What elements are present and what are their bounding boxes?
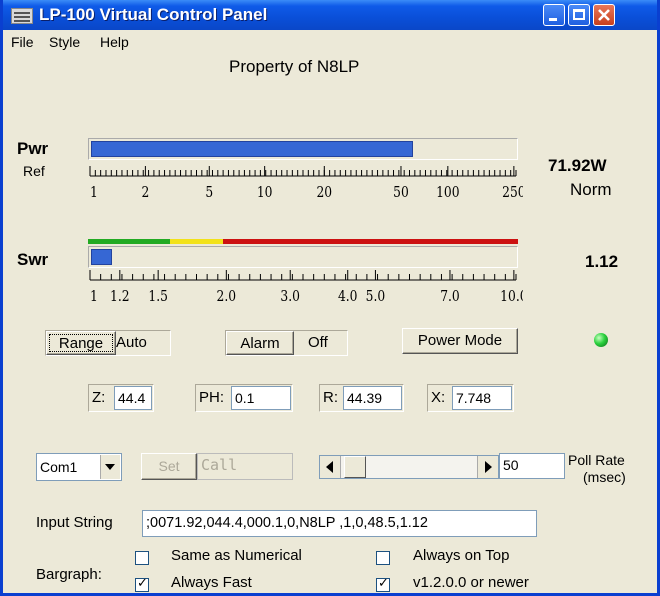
- power-tick-label: 10: [257, 184, 273, 201]
- always-fast-label: Always Fast: [171, 574, 252, 591]
- power-tick-label: 20: [316, 184, 332, 201]
- status-led: [594, 333, 608, 347]
- swr-bar-fill: [91, 249, 112, 265]
- always-on-top-label: Always on Top: [413, 547, 510, 564]
- menu-file[interactable]: File: [11, 34, 34, 50]
- set-call-button[interactable]: Set: [141, 453, 197, 480]
- v1200-label: v1.2.0.0 or newer: [413, 574, 529, 591]
- maximize-button[interactable]: [568, 4, 590, 26]
- input-string-label: Input String: [36, 514, 113, 531]
- swr-tick-label: 2.0: [217, 288, 237, 305]
- poll-rate-unit: (msec): [583, 469, 626, 485]
- app-icon: [11, 8, 33, 24]
- com-port-value: Com1: [40, 459, 78, 475]
- ph-group: PH: 0.1: [195, 384, 293, 412]
- ph-value: 0.1: [231, 386, 291, 410]
- call-field[interactable]: Call: [197, 453, 293, 480]
- slider-left-arrow-icon[interactable]: [320, 456, 341, 478]
- power-tick-label: 2: [141, 184, 149, 201]
- maximize-icon: [573, 9, 585, 20]
- power-bar-fill: [91, 141, 413, 157]
- close-button[interactable]: [593, 4, 615, 26]
- poll-rate-label: Poll Rate: [568, 452, 625, 468]
- power-tick-label: 100: [436, 184, 459, 201]
- window-title: LP-100 Virtual Control Panel: [39, 5, 268, 24]
- minimize-button[interactable]: [543, 4, 565, 26]
- menu-help[interactable]: Help: [100, 34, 129, 50]
- com-port-select[interactable]: Com1: [36, 453, 122, 481]
- power-tick-label: 1: [90, 184, 98, 201]
- power-tick-label: 250: [502, 184, 523, 201]
- bargraph-label: Bargraph:: [36, 566, 102, 583]
- owner-label: Property of N8LP: [229, 57, 360, 76]
- power-tick-label: 50: [393, 184, 409, 201]
- power-label: Pwr: [17, 139, 49, 158]
- x-group: X: 7.748: [427, 384, 514, 412]
- range-value: Auto: [116, 334, 147, 351]
- swr-readout: 1.12: [585, 252, 619, 271]
- swr-tick-label: 1: [90, 288, 98, 305]
- dropdown-arrow-icon[interactable]: [100, 455, 120, 479]
- swr-zone-good: [88, 239, 170, 244]
- power-readout: 71.92W: [548, 156, 607, 175]
- swr-meter-track: [88, 246, 518, 268]
- r-value: 44.39: [343, 386, 402, 410]
- x-value: 7.748: [452, 386, 512, 410]
- title-bar[interactable]: LP-100 Virtual Control Panel: [3, 0, 657, 30]
- z-value: 44.4: [114, 386, 152, 410]
- alarm-value: Off: [308, 334, 328, 351]
- power-tick-label: 5: [205, 184, 213, 201]
- x-label: X:: [431, 389, 446, 406]
- menu-bar: File Style Help: [3, 30, 657, 52]
- r-group: R: 44.39: [319, 384, 404, 412]
- power-meter-track: [88, 138, 518, 160]
- same-as-numerical-label: Same as Numerical: [171, 547, 302, 564]
- alarm-button[interactable]: Alarm: [226, 331, 294, 355]
- swr-label: Swr: [17, 250, 49, 269]
- r-label: R:: [323, 389, 338, 406]
- always-fast-checkbox[interactable]: ✓: [135, 576, 149, 592]
- same-as-numerical-checkbox[interactable]: [135, 551, 149, 565]
- close-icon: [598, 9, 610, 21]
- poll-rate-slider[interactable]: [319, 455, 499, 479]
- range-button[interactable]: Range: [46, 331, 116, 355]
- swr-tick-label: 3.0: [280, 288, 300, 305]
- power-mode-label: Norm: [570, 180, 612, 199]
- power-scale: 1 2 5 10 20 50 100 250: [89, 166, 523, 201]
- minimize-icon: [549, 18, 557, 21]
- v1200-checkbox[interactable]: ✓: [376, 576, 390, 592]
- swr-tick-label: 5.0: [366, 288, 386, 305]
- menu-style[interactable]: Style: [49, 34, 80, 50]
- input-string-field[interactable]: ;0071.92,044.4,000.1,0,N8LP ,1,0,48.5,1.…: [142, 510, 537, 537]
- power-mode-button[interactable]: Power Mode: [402, 328, 518, 354]
- poll-rate-input[interactable]: 50: [499, 453, 565, 479]
- slider-thumb[interactable]: [344, 456, 366, 478]
- swr-tick-label: 7.0: [440, 288, 460, 305]
- ref-label: Ref: [23, 163, 45, 179]
- swr-tick-label: 1.2: [110, 288, 130, 305]
- swr-zone-high: [223, 239, 518, 244]
- main-window: LP-100 Virtual Control Panel File Style …: [0, 0, 660, 596]
- swr-scale: 1 1.2 1.5 2.0 3.0 4.0 5.0 7.0 10.0: [89, 270, 523, 305]
- z-label: Z:: [92, 389, 106, 406]
- ph-label: PH:: [199, 389, 225, 406]
- z-group: Z: 44.4: [88, 384, 154, 412]
- swr-zone-caution: [170, 239, 223, 244]
- swr-tick-label: 4.0: [338, 288, 358, 305]
- swr-tick-label: 10.0: [500, 288, 523, 305]
- slider-right-arrow-icon[interactable]: [477, 456, 498, 478]
- always-on-top-checkbox[interactable]: [376, 551, 390, 565]
- swr-tick-label: 1.5: [148, 288, 168, 305]
